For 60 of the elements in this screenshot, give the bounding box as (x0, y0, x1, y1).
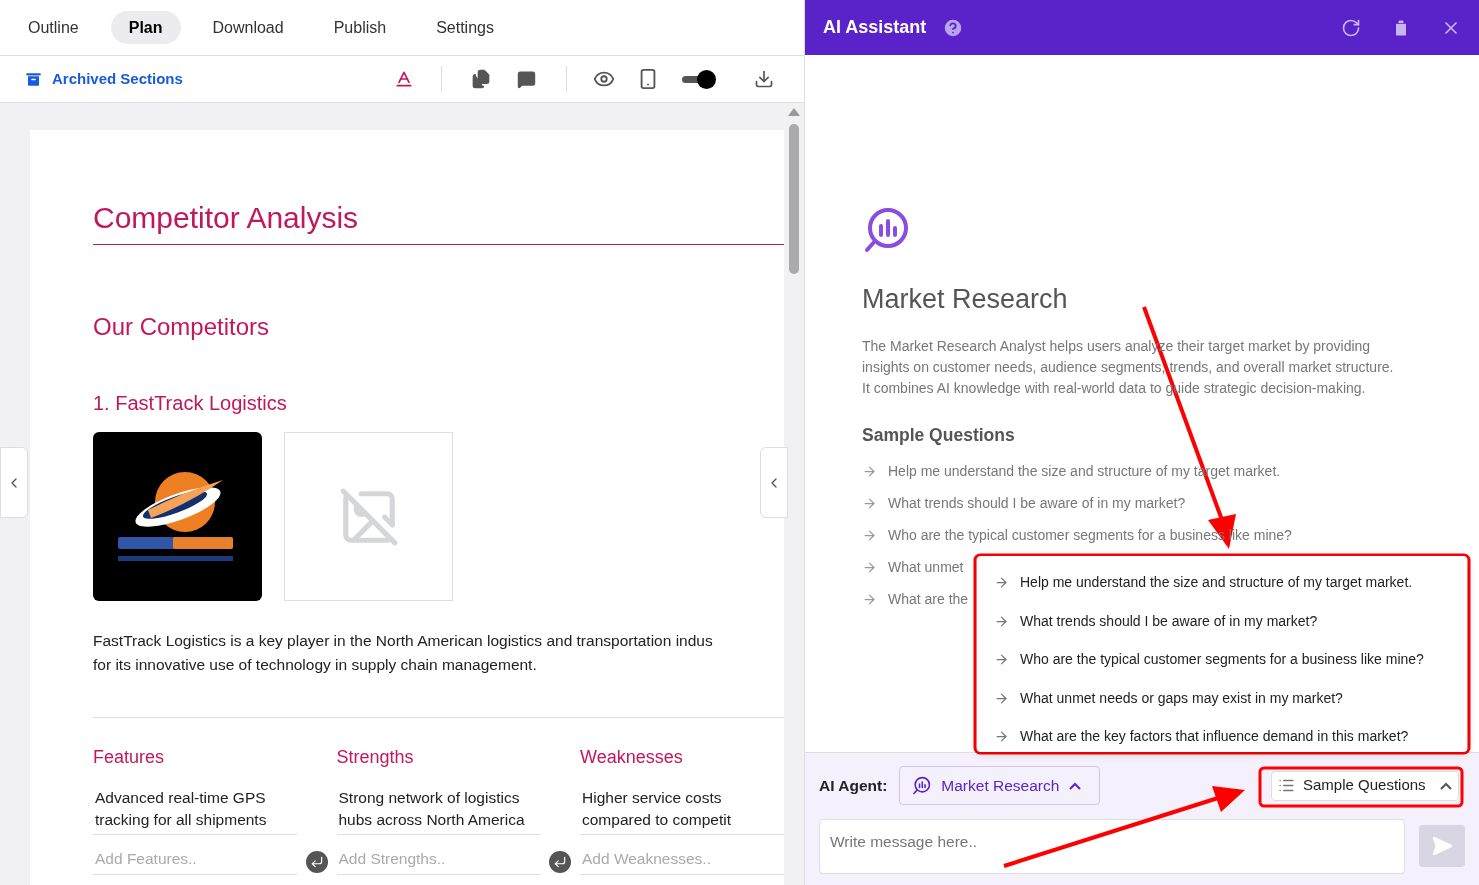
magnifier-chart-icon (912, 776, 932, 795)
section-heading: Our Competitors (93, 312, 271, 342)
chevron-up-icon (1069, 781, 1082, 790)
competitor-heading: 1. FastTrack Logistics (93, 391, 288, 416)
help-icon[interactable] (942, 16, 965, 39)
assistant-title: AI Assistant (823, 16, 927, 39)
refresh-icon[interactable] (1341, 17, 1361, 38)
list-item: Strong network of logistics hubs across North America (336, 787, 541, 835)
add-item-field[interactable]: Add Features.. (93, 843, 297, 875)
download-icon[interactable] (754, 69, 774, 89)
arrow-right-icon (862, 495, 877, 511)
arrow-right-icon (862, 591, 877, 607)
tab[interactable]: Publish (315, 11, 405, 44)
enter-button[interactable] (305, 851, 328, 873)
scroll-up-arrow-icon[interactable] (788, 108, 800, 116)
list-item: Advanced real-time GPS tracking for all shipments (93, 787, 297, 835)
tab[interactable]: Plan (110, 11, 181, 44)
scrollbar-thumb[interactable] (789, 124, 799, 274)
list-item: Higher service costs compared to competit (580, 787, 784, 835)
menu-item[interactable]: What trends should I be aware of in my market? (994, 610, 1467, 632)
arrow-right-icon (994, 690, 1009, 706)
column-heading: Strengths (336, 746, 415, 769)
send-icon (1431, 835, 1453, 857)
add-item-field[interactable]: Add Weaknesses.. (580, 843, 784, 875)
menu-item[interactable]: What are the key factors that influence demand in this market? (994, 726, 1467, 747)
sample-questions-heading: Sample Questions (862, 423, 1016, 447)
enter-icon (553, 855, 568, 869)
arrow-right-icon (994, 652, 1009, 667)
column-heading: Weaknesses (580, 746, 684, 769)
tab[interactable]: Outline (10, 11, 97, 44)
comment-icon[interactable] (517, 69, 536, 89)
menu-item[interactable]: What unmet needs or gaps may exist in my market? (994, 687, 1467, 709)
copy-icon[interactable] (471, 69, 491, 89)
agent-title: Market Research (862, 283, 1069, 316)
menu-item[interactable]: Who are the typical customer segments for a business like mine? (994, 649, 1467, 670)
document-title: Competitor Analysis (93, 200, 360, 236)
tab[interactable]: Download (194, 11, 302, 44)
sample-question[interactable]: What trends should I be aware of in my market? (862, 492, 1479, 514)
arrow-right-icon (862, 527, 877, 543)
add-item-field[interactable]: Add Strengths.. (336, 843, 541, 875)
list-icon (1278, 777, 1295, 794)
tab[interactable]: Settings (418, 11, 512, 44)
enter-button[interactable] (549, 851, 572, 873)
column-heading: Features (93, 746, 166, 769)
arrow-right-icon (862, 463, 877, 479)
arrow-right-icon (994, 729, 1009, 744)
magnifier-chart-icon (862, 205, 910, 255)
message-field[interactable]: Write message here.. (819, 819, 1405, 874)
agent-selector[interactable]: Market Research (899, 766, 1101, 805)
agent-label: AI Agent: (819, 775, 888, 796)
enter-icon (309, 855, 324, 869)
arrow-right-icon (862, 559, 877, 575)
preview-toggle[interactable] (680, 69, 716, 89)
chevron-up-icon (1440, 781, 1452, 790)
archived-sections-link[interactable]: Archived Sections (24, 67, 183, 91)
sample-questions-button[interactable]: Sample Questions (1271, 770, 1459, 801)
menu-item[interactable]: Help me understand the size and structure of my target market. (994, 572, 1467, 593)
arrow-right-icon (994, 613, 1009, 629)
arrow-right-icon (994, 575, 1009, 590)
competitor-description: FastTrack Logistics is a key player in the North American logistics and transportation indus for its innovative use of technology in supply chain management. (93, 631, 714, 675)
